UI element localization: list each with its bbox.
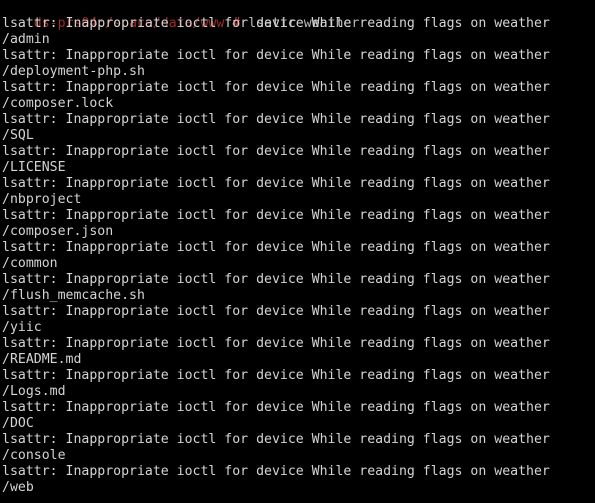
output-message-text: lsattr: Inappropriate ioctl for device W… [2,368,550,383]
output-message-text: lsattr: Inappropriate ioctl for device W… [2,48,550,63]
output-path-text: /common [2,256,58,271]
output-path-text: /deployment-php.sh [2,64,145,79]
output-message-text: lsattr: Inappropriate ioctl for device W… [2,400,550,415]
output-message-line: lsattr: Inappropriate ioctl for device W… [0,144,595,160]
output-path-text: /console [2,448,66,463]
output-message-text: lsattr: Inappropriate ioctl for device W… [2,144,550,159]
output-path-line: /README.md [0,352,595,368]
output-path-line: /deployment-php.sh [0,64,595,80]
output-path-text: /admin [2,32,50,47]
output-message-text: lsattr: Inappropriate ioctl for device W… [2,112,550,127]
output-path-text: /Logs.md [2,384,66,399]
output-path-text: /composer.lock [2,96,114,111]
output-message-line: lsattr: Inappropriate ioctl for device W… [0,464,595,480]
output-path-text: /flush_memcache.sh [2,288,145,303]
output-path-text: /web [2,480,34,495]
output-message-line: lsattr: Inappropriate ioctl for device W… [0,400,595,416]
output-path-text: /composer.json [2,224,114,239]
output-path-line: /yiic [0,320,595,336]
output-message-text: lsattr: Inappropriate ioctl for device W… [2,208,550,223]
output-message-line: lsattr: Inappropriate ioctl for device W… [0,176,595,192]
output-message-text: lsattr: Inappropriate ioctl for device W… [2,464,550,479]
output-message-line: lsattr: Inappropriate ioctl for device W… [0,368,595,384]
output-path-text: /DOC [2,416,34,431]
output-path-text: /SQL [2,128,34,143]
output-message-line: lsattr: Inappropriate ioctl for device W… [0,208,595,224]
output-path-text: /README.md [2,352,82,367]
output-message-line: lsattr: Inappropriate ioctl for device W… [0,336,595,352]
output-message-line: lsattr: Inappropriate ioctl for device W… [0,272,595,288]
output-path-line: /console [0,448,595,464]
output-message-line: lsattr: Inappropriate ioctl for device W… [0,80,595,96]
output-path-line: /composer.json [0,224,595,240]
output-message-text: lsattr: Inappropriate ioctl for device W… [2,304,550,319]
terminal-window[interactable]: ds-prs04:/space/data/www # lsattr weathe… [0,0,595,503]
output-message-text: lsattr: Inappropriate ioctl for device W… [2,80,550,95]
output-path-text: /yiic [2,320,42,335]
output-message-text: lsattr: Inappropriate ioctl for device W… [2,240,550,255]
output-message-line: lsattr: Inappropriate ioctl for device W… [0,48,595,64]
output-message-text: lsattr: Inappropriate ioctl for device W… [2,16,550,31]
output-path-line: /LICENSE [0,160,595,176]
output-path-line: /web [0,480,595,496]
output-message-line: lsattr: Inappropriate ioctl for device W… [0,240,595,256]
output-path-text: /LICENSE [2,160,66,175]
output-path-line: /DOC [0,416,595,432]
output-message-text: lsattr: Inappropriate ioctl for device W… [2,336,550,351]
output-path-line: /admin [0,32,595,48]
output-message-line: lsattr: Inappropriate ioctl for device W… [0,432,595,448]
output-message-text: lsattr: Inappropriate ioctl for device W… [2,176,550,191]
output-path-line: /common [0,256,595,272]
output-message-line: lsattr: Inappropriate ioctl for device W… [0,112,595,128]
cursor-row [0,496,595,503]
output-path-line: /SQL [0,128,595,144]
output-path-text: /nbproject [2,192,82,207]
output-path-line: /flush_memcache.sh [0,288,595,304]
command-output: lsattr: Inappropriate ioctl for device W… [0,16,595,496]
output-message-text: lsattr: Inappropriate ioctl for device W… [2,432,550,447]
output-path-line: /Logs.md [0,384,595,400]
output-message-text: lsattr: Inappropriate ioctl for device W… [2,272,550,287]
output-path-line: /nbproject [0,192,595,208]
output-message-line: lsattr: Inappropriate ioctl for device W… [0,16,595,32]
prompt-line: ds-prs04:/space/data/www # lsattr weathe… [0,0,595,31]
output-path-line: /composer.lock [0,96,595,112]
output-message-line: lsattr: Inappropriate ioctl for device W… [0,304,595,320]
